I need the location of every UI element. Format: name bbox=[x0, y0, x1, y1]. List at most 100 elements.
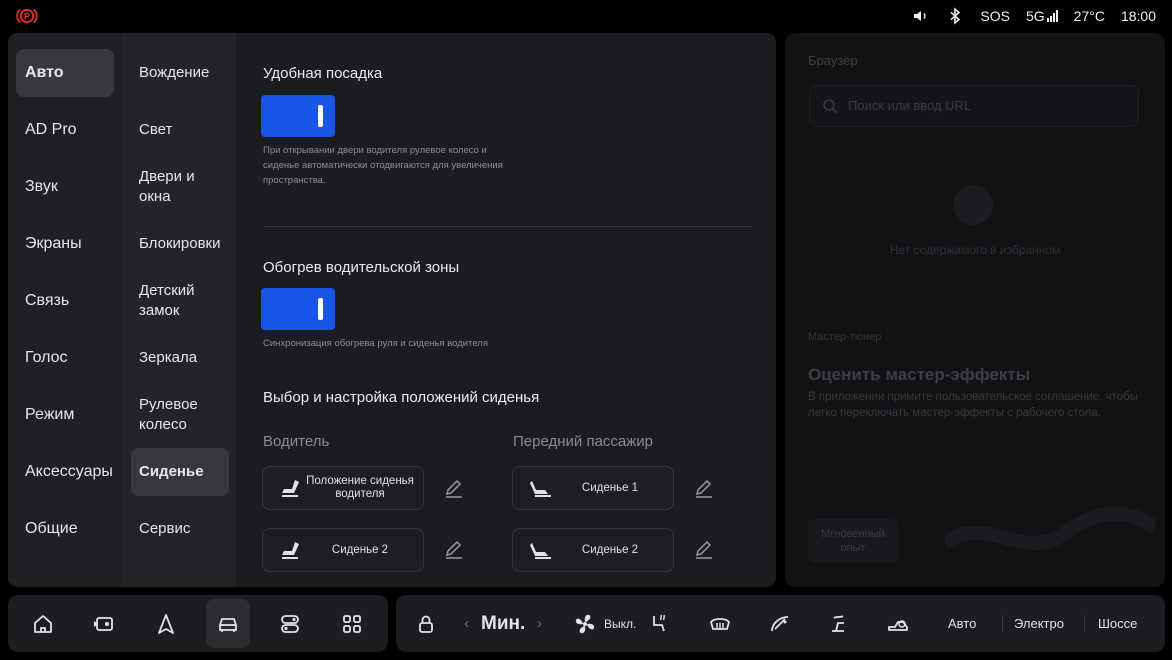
drive-mode-highway[interactable]: Шоссе bbox=[1098, 595, 1137, 652]
easy-entry-toggle[interactable] bbox=[261, 95, 335, 137]
media-button[interactable] bbox=[82, 595, 126, 652]
subnav-item-mirrors[interactable]: Зеркала bbox=[131, 334, 229, 382]
seat-icon bbox=[530, 481, 551, 497]
subnav-item-child-lock[interactable]: Детский замок bbox=[131, 277, 229, 325]
svg-text:P: P bbox=[24, 12, 30, 22]
nav-item-ad-pro[interactable]: AD Pro bbox=[16, 106, 114, 154]
browser-widget: Браузер Поиск или ввод URL Нет содержимо… bbox=[785, 33, 1165, 587]
mirror-button[interactable] bbox=[816, 595, 860, 652]
sos-label[interactable]: SOS bbox=[980, 8, 1010, 24]
seat-button-label: Сиденье 1 bbox=[581, 481, 639, 494]
settings-panel: Авто AD Pro Звук Экраны Связь Голос Режи… bbox=[8, 33, 776, 587]
subnav-item-service[interactable]: Сервис bbox=[131, 505, 229, 553]
tuner-label: Мастер-тюнер bbox=[808, 331, 882, 343]
nav-item-label: Звук bbox=[25, 178, 58, 195]
search-placeholder: Поиск или ввод URL bbox=[848, 98, 972, 113]
apps-grid-icon bbox=[343, 614, 361, 633]
passenger-seat-preset-2-button[interactable]: Сиденье 2 bbox=[512, 528, 674, 572]
nav-item-label: Режим bbox=[25, 406, 75, 423]
easy-entry-description: При открывании двери водителя рулевое ко… bbox=[263, 145, 503, 186]
toggle-icon bbox=[281, 614, 299, 633]
subnav-item-driving[interactable]: Вождение bbox=[131, 49, 229, 97]
section-divider bbox=[263, 226, 752, 227]
nav-item-voice[interactable]: Голос bbox=[16, 334, 114, 382]
navigation-button[interactable] bbox=[144, 595, 188, 652]
seat-icon bbox=[282, 542, 299, 559]
nav-item-label: AD Pro bbox=[25, 121, 77, 138]
instant-experience-card[interactable]: Мгновенный опыт bbox=[808, 519, 898, 563]
signal-icon bbox=[1046, 10, 1058, 22]
seat-heat-icon bbox=[653, 614, 666, 631]
drive-mode-auto[interactable]: Авто bbox=[948, 595, 976, 652]
edit-driver-preset-1-icon[interactable] bbox=[443, 478, 465, 500]
subnav-item-doors-windows[interactable]: Двери и окна bbox=[131, 163, 229, 211]
subnav-item-steering-wheel[interactable]: Рулевое колесо bbox=[131, 391, 229, 439]
passenger-header: Передний пассажир bbox=[513, 433, 654, 450]
status-bar: P SOS 5G 27°C 18:00 bbox=[0, 0, 1172, 32]
speaker-icon[interactable] bbox=[912, 7, 930, 25]
temperature-label: 27°C bbox=[1073, 8, 1105, 24]
tailgate-button[interactable] bbox=[876, 595, 920, 652]
browser-search-input[interactable]: Поиск или ввод URL bbox=[809, 85, 1139, 127]
fan-decrease-chevron-icon[interactable]: ‹ bbox=[464, 595, 469, 652]
empty-favorites-icon bbox=[953, 185, 993, 225]
seat-button-label: Сиденье 2 bbox=[581, 543, 639, 556]
car-settings-button[interactable] bbox=[206, 599, 250, 648]
fan-button[interactable]: Выкл. bbox=[572, 595, 636, 652]
nav-item-auto[interactable]: Авто bbox=[16, 49, 114, 97]
fan-icon bbox=[575, 614, 595, 633]
subnav-item-label: Детский замок bbox=[139, 282, 195, 319]
clock: 18:00 bbox=[1120, 8, 1156, 24]
subnav-item-label: Свет bbox=[139, 121, 173, 138]
nav-item-mode[interactable]: Режим bbox=[16, 391, 114, 439]
subnav-item-label: Двери и окна bbox=[139, 168, 195, 205]
seat-button-label: Положение сиденья водителя bbox=[306, 475, 414, 500]
lock-button[interactable] bbox=[404, 595, 448, 652]
subnav-item-locks[interactable]: Блокировки bbox=[131, 220, 229, 268]
home-button[interactable] bbox=[21, 595, 65, 652]
nav-item-accessories[interactable]: Аксессуары bbox=[16, 448, 114, 496]
seat-icon bbox=[530, 543, 551, 559]
windshield-defrost-icon bbox=[710, 617, 730, 630]
drive-mode-electric[interactable]: Электро bbox=[1014, 595, 1064, 652]
driver-seat-preset-2-button[interactable]: Сиденье 2 bbox=[262, 528, 424, 572]
controls-button[interactable] bbox=[268, 595, 312, 652]
driver-seat-preset-1-button[interactable]: Положение сиденья водителя bbox=[262, 466, 424, 510]
defrost-button[interactable] bbox=[698, 595, 742, 652]
nav-item-screens[interactable]: Экраны bbox=[16, 220, 114, 268]
driver-heating-description: Синхронизация обогрева руля и сиденья во… bbox=[263, 338, 488, 349]
bluetooth-icon[interactable] bbox=[946, 7, 964, 25]
subnav-item-label: Сиденье bbox=[139, 463, 204, 480]
ac-state-label: Выкл. bbox=[604, 616, 637, 631]
steering-heat-button[interactable] bbox=[758, 595, 802, 652]
seat-icon bbox=[282, 480, 299, 497]
mode-separator bbox=[1084, 615, 1085, 632]
edit-driver-preset-2-icon[interactable] bbox=[443, 539, 465, 561]
driver-header: Водитель bbox=[263, 433, 330, 450]
driver-heating-toggle[interactable] bbox=[261, 288, 335, 330]
fan-increase-chevron-icon[interactable]: › bbox=[537, 595, 542, 652]
passenger-seat-preset-1-button[interactable]: Сиденье 1 bbox=[512, 466, 674, 510]
nav-item-label: Связь bbox=[25, 292, 70, 309]
primary-nav: Авто AD Pro Звук Экраны Связь Голос Режи… bbox=[8, 33, 122, 587]
apps-button[interactable] bbox=[330, 595, 374, 652]
toggle-knob bbox=[318, 298, 323, 320]
wiper-icon bbox=[771, 615, 789, 631]
nav-item-sound[interactable]: Звук bbox=[16, 163, 114, 211]
driver-heating-title: Обогрев водительской зоны bbox=[263, 259, 460, 276]
car-icon bbox=[219, 617, 237, 632]
nav-item-general[interactable]: Общие bbox=[16, 505, 114, 553]
nav-item-connectivity[interactable]: Связь bbox=[16, 277, 114, 325]
edit-passenger-preset-1-icon[interactable] bbox=[693, 478, 715, 500]
subnav-item-label: Сервис bbox=[139, 520, 191, 537]
seat-heat-button[interactable] bbox=[636, 595, 680, 652]
subnav-item-lights[interactable]: Свет bbox=[131, 106, 229, 154]
media-icon bbox=[94, 616, 113, 631]
seat-button-label: Сиденье 2 bbox=[331, 543, 389, 556]
lock-icon bbox=[419, 615, 433, 633]
mode-separator bbox=[1002, 615, 1003, 632]
subnav-item-seat[interactable]: Сиденье bbox=[131, 448, 229, 496]
edit-passenger-preset-2-icon[interactable] bbox=[693, 539, 715, 561]
settings-content: Удобная посадка При открывании двери вод… bbox=[236, 33, 776, 587]
waveform-decoration bbox=[945, 506, 1155, 550]
